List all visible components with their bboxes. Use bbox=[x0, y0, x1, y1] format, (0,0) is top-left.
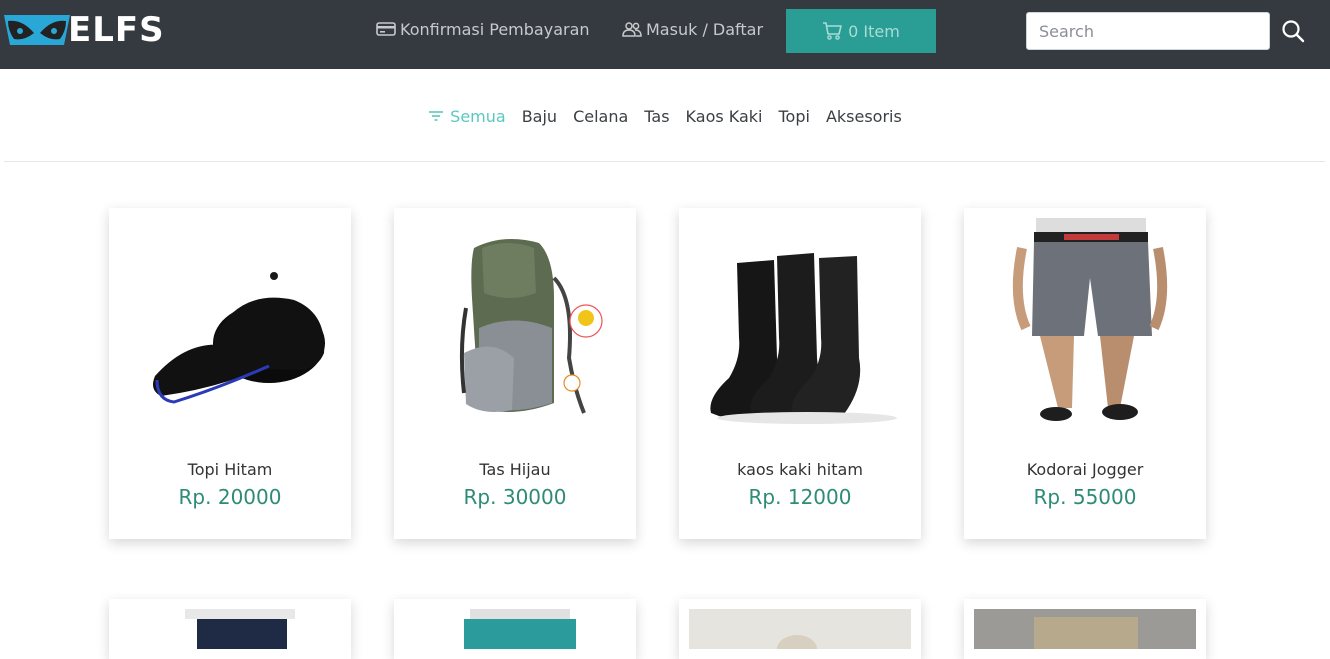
brand-name: ELFS bbox=[68, 10, 165, 50]
top-navbar: ELFS Konfirmasi Pembayaran Masuk / Dafta… bbox=[0, 0, 1330, 69]
category-all-label: Semua bbox=[450, 106, 506, 126]
product-card[interactable]: kaos kaki hitam Rp. 12000 bbox=[679, 208, 921, 539]
black-cap-image bbox=[119, 218, 341, 440]
cart-count-label: 0 Item bbox=[848, 21, 900, 41]
navy-pants-image bbox=[119, 609, 341, 649]
product-card[interactable]: Kodorai Jogger Rp. 55000 bbox=[964, 208, 1206, 539]
product-price: Rp. 55000 bbox=[1033, 485, 1137, 509]
login-register-label: Masuk / Daftar bbox=[646, 19, 764, 39]
accessory-image bbox=[689, 609, 911, 649]
category-divider bbox=[4, 161, 1325, 162]
product-name: Topi Hitam bbox=[187, 460, 273, 479]
product-card[interactable] bbox=[394, 599, 636, 659]
grey-jogger-shorts-image bbox=[974, 218, 1196, 440]
teal-shorts-image bbox=[404, 609, 626, 649]
product-price: Rp. 12000 bbox=[748, 485, 852, 509]
product-name: Tas Hijau bbox=[479, 460, 551, 479]
product-card[interactable] bbox=[109, 599, 351, 659]
login-register-link[interactable]: Masuk / Daftar bbox=[622, 18, 763, 40]
green-backpack-image bbox=[404, 218, 626, 440]
category-all[interactable]: Semua bbox=[428, 107, 506, 126]
product-name: kaos kaki hitam bbox=[737, 460, 863, 479]
credit-card-icon bbox=[376, 22, 396, 36]
black-toe-socks-image bbox=[689, 218, 911, 440]
khaki-pants-image bbox=[974, 609, 1196, 649]
cart-button[interactable]: 0 Item bbox=[786, 9, 936, 53]
category-kaos-kaki[interactable]: Kaos Kaki bbox=[686, 107, 763, 126]
search-input[interactable] bbox=[1026, 12, 1270, 50]
product-price: Rp. 30000 bbox=[463, 485, 567, 509]
product-price: Rp. 20000 bbox=[178, 485, 282, 509]
users-icon bbox=[622, 22, 642, 37]
category-tas[interactable]: Tas bbox=[644, 107, 669, 126]
category-topi[interactable]: Topi bbox=[779, 107, 810, 126]
payment-confirmation-label: Konfirmasi Pembayaran bbox=[400, 19, 590, 39]
filter-icon bbox=[429, 111, 444, 121]
shopping-cart-icon bbox=[823, 22, 842, 40]
payment-confirmation-link[interactable]: Konfirmasi Pembayaran bbox=[376, 18, 590, 40]
category-celana[interactable]: Celana bbox=[573, 107, 628, 126]
brand-logo[interactable]: ELFS bbox=[4, 12, 165, 48]
category-filter-bar: Semua Baju Celana Tas Kaos Kaki Topi Aks… bbox=[0, 94, 1330, 138]
owl-eyes-logo-icon bbox=[4, 15, 70, 45]
product-card[interactable]: Topi Hitam Rp. 20000 bbox=[109, 208, 351, 539]
category-aksesoris[interactable]: Aksesoris bbox=[826, 107, 902, 126]
product-card[interactable]: Tas Hijau Rp. 30000 bbox=[394, 208, 636, 539]
product-card[interactable] bbox=[679, 599, 921, 659]
search-icon[interactable] bbox=[1280, 18, 1306, 44]
product-card[interactable] bbox=[964, 599, 1206, 659]
product-name: Kodorai Jogger bbox=[1026, 460, 1144, 479]
category-baju[interactable]: Baju bbox=[522, 107, 557, 126]
